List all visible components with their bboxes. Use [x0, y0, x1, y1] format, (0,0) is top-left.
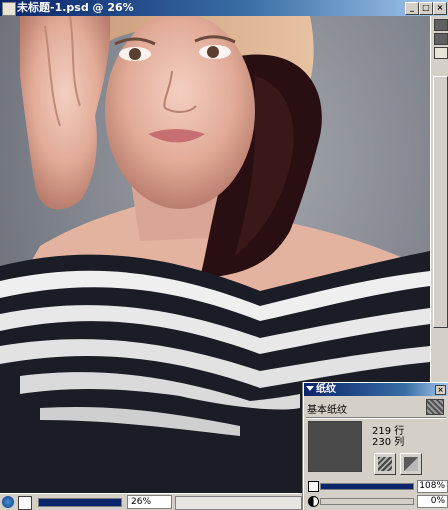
invert-texture-button[interactable]	[374, 453, 396, 475]
panel-close-button[interactable]: ×	[435, 385, 446, 395]
scale-slider-row: 108%	[306, 480, 448, 493]
window-title-bar[interactable]: 未标题-1.psd @ 26% _ □ ×	[0, 0, 448, 16]
invert-texture-icon	[378, 457, 392, 471]
scroll-up-button[interactable]	[434, 19, 448, 31]
flip-texture-icon	[404, 457, 418, 471]
window-title: 未标题-1.psd @ 26%	[17, 1, 134, 14]
status-bar: 26%	[0, 493, 302, 510]
scale-icon	[308, 481, 319, 492]
scale-value[interactable]: 108%	[417, 480, 448, 493]
texture-columns: 230 列	[372, 437, 405, 448]
contrast-slider[interactable]	[320, 498, 414, 505]
zoom-value[interactable]: 26%	[127, 495, 172, 509]
zoom-slider[interactable]	[38, 498, 122, 507]
horizontal-scrollbar[interactable]	[175, 496, 302, 510]
magnifier-icon[interactable]	[18, 496, 32, 510]
panel-title-bar[interactable]: 纸纹 ×	[304, 383, 448, 396]
view-button[interactable]	[434, 33, 448, 45]
texture-preview	[308, 421, 362, 472]
minimize-button[interactable]: _	[405, 2, 419, 15]
close-button[interactable]: ×	[433, 2, 447, 15]
canvas-toggle-button[interactable]	[434, 47, 448, 59]
vertical-scroll-thumb[interactable]	[433, 76, 448, 328]
globe-icon[interactable]	[2, 496, 14, 508]
contrast-value[interactable]: 0%	[417, 495, 448, 508]
contrast-icon	[308, 496, 319, 507]
contrast-slider-row: 0%	[306, 495, 448, 508]
maximize-button[interactable]: □	[419, 2, 433, 15]
document-icon	[2, 2, 16, 16]
collapse-arrow-icon[interactable]	[306, 386, 314, 391]
flip-texture-button[interactable]	[400, 453, 422, 475]
paper-texture-panel: 纸纹 × 基本纸纹 219 行 230 列 108% 0%	[303, 382, 448, 510]
panel-divider	[306, 417, 446, 419]
texture-swatch-icon[interactable]	[426, 399, 444, 415]
scale-slider[interactable]	[320, 483, 414, 490]
texture-name[interactable]: 基本纸纹	[307, 401, 347, 416]
panel-title: 纸纹	[316, 384, 336, 395]
